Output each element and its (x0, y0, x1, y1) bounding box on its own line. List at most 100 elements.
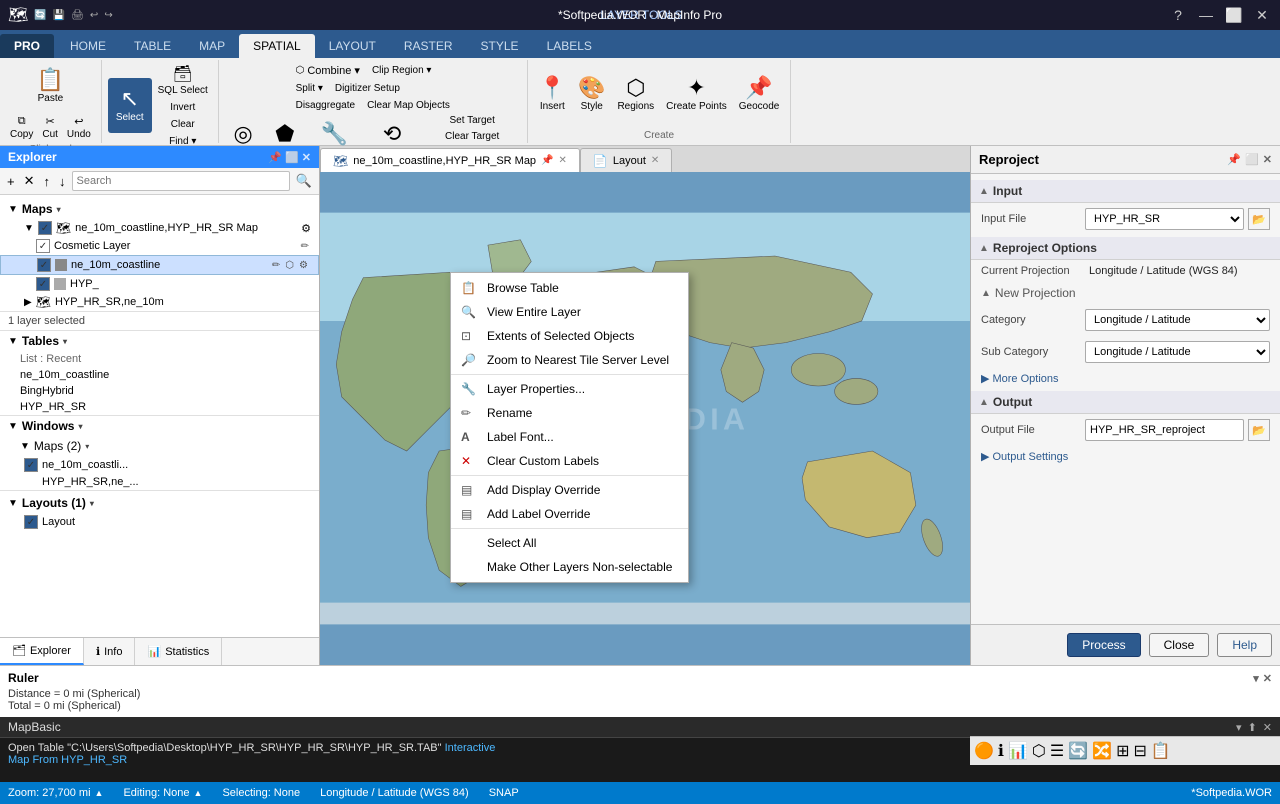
output-settings-btn[interactable]: ▶ Output Settings (971, 446, 1280, 467)
ruler-dropdown-btn[interactable]: ▾ (1253, 672, 1259, 685)
hyp-checkbox[interactable] (36, 277, 50, 291)
map-tab1-pin[interactable]: 📌 (541, 155, 553, 166)
map-tab-1[interactable]: 🗺 ne_10m_coastline,HYP_HR_SR Map 📌 ✕ (320, 148, 580, 172)
ctx-layer-props[interactable]: 🔧 Layer Properties... (451, 377, 688, 401)
taskbar-icon1[interactable]: 🟠 (974, 741, 994, 761)
map-tab-2[interactable]: 📄 Layout ✕ (580, 148, 672, 172)
ctx-rename[interactable]: ✏ Rename (451, 401, 688, 425)
cosmetic-edit-btn[interactable]: ✏ (299, 240, 311, 253)
mapbasic-dropdown-btn[interactable]: ▾ (1236, 721, 1242, 734)
tab-layout[interactable]: LAYOUT (315, 34, 390, 58)
ctx-select-all[interactable]: Select All (451, 531, 688, 555)
taskbar-icon6[interactable]: 🔄 (1068, 741, 1088, 761)
taskbar-icon4[interactable]: ⬡ (1032, 741, 1046, 761)
table-bing[interactable]: BingHybrid (0, 383, 319, 399)
tab-labels[interactable]: LABELS (533, 34, 606, 58)
output-file-browse-btn[interactable]: 📂 (1248, 419, 1270, 441)
minimize-btn[interactable]: — (1196, 5, 1216, 25)
new-proj-header[interactable]: ▲ New Projection (971, 282, 1280, 304)
input-file-browse-btn[interactable]: 📂 (1248, 208, 1270, 230)
taskbar-icon8[interactable]: ⊞ (1116, 741, 1129, 761)
windows-dropdown[interactable]: ▾ (78, 422, 82, 431)
map-item-1[interactable]: ▼ 🗺 ne_10m_coastline,HYP_HR_SR Map ⚙ (0, 219, 319, 237)
ne-edit-btn[interactable]: ✏ (270, 259, 282, 272)
reproject-pin-btn[interactable]: 📌 (1227, 153, 1241, 166)
insert-button[interactable]: 📍 Insert (534, 68, 571, 123)
windows-map-2[interactable]: HYP_HR_SR,ne_... (0, 474, 319, 490)
geocode-button[interactable]: 📌 Geocode (734, 68, 785, 123)
ctx-make-nonselect[interactable]: Make Other Layers Non-selectable (451, 555, 688, 579)
combine-button[interactable]: ⬡ Combine ▾ (292, 62, 364, 79)
status-zoom[interactable]: Zoom: 27,700 mi ▲ (8, 787, 103, 799)
status-editing[interactable]: Editing: None ▲ (123, 787, 202, 799)
explorer-down-btn[interactable]: ↓ (56, 172, 69, 191)
ctx-add-display[interactable]: ▤ Add Display Override (451, 478, 688, 502)
table-hyp[interactable]: HYP_HR_SR (0, 399, 319, 415)
tb-icon-2[interactable]: 💾 (51, 9, 67, 22)
explorer-up-btn[interactable]: ↑ (41, 172, 54, 191)
maximize-btn[interactable]: ⬜ (1224, 5, 1244, 25)
reproject-close-btn[interactable]: ✕ (1263, 153, 1272, 166)
copy-button[interactable]: ⧉ Copy (6, 113, 37, 142)
style-button[interactable]: 🎨 Style (573, 68, 610, 123)
tab-pro[interactable]: PRO (0, 34, 54, 58)
output-file-input[interactable] (1085, 419, 1244, 441)
explorer-pin-btn[interactable]: 📌 (268, 151, 282, 164)
tab-table[interactable]: TABLE (120, 34, 185, 58)
map-tab2-close[interactable]: ✕ (651, 155, 659, 166)
paste-button[interactable]: 📋 Paste (6, 62, 95, 112)
mapbasic-popout-btn[interactable]: ⬆ (1248, 721, 1257, 734)
regions-button[interactable]: ⬡ Regions (612, 68, 659, 123)
taskbar-icon9[interactable]: ⊟ (1133, 741, 1146, 761)
maps-dropdown-icon[interactable]: ▾ (57, 205, 61, 214)
ctx-browse-table[interactable]: 📋 Browse Table (451, 276, 688, 300)
layouts-section-header[interactable]: ▼ Layouts (1) ▾ (0, 493, 319, 513)
map-checkbox-1[interactable] (38, 221, 52, 235)
create-points-button[interactable]: ✦ Create Points (661, 68, 732, 123)
reproject-options-header[interactable]: ▲ Reproject Options (971, 237, 1280, 260)
windows-map-1[interactable]: ne_10m_coastli... (0, 456, 319, 474)
explorer-expand-btn[interactable]: ⬜ (285, 151, 299, 164)
windows-maps-header[interactable]: ▼ Maps (2) ▾ (0, 436, 319, 456)
ctx-add-label[interactable]: ▤ Add Label Override (451, 502, 688, 526)
explorer-close-btn[interactable]: ✕ (302, 151, 311, 164)
ctx-extents[interactable]: ⊡ Extents of Selected Objects (451, 324, 688, 348)
ruler-pin-btn[interactable]: ✕ (1263, 672, 1272, 685)
map-tab1-close[interactable]: ✕ (559, 155, 567, 166)
taskbar-icon5[interactable]: ☰ (1050, 741, 1064, 761)
map-action-btn-1[interactable]: ⚙ (301, 222, 311, 235)
close-reproject-button[interactable]: Close (1149, 633, 1210, 657)
ne-coastline-item[interactable]: ne_10m_coastline ✏ ⬡ ⚙ (0, 255, 319, 275)
layouts-dropdown[interactable]: ▾ (90, 499, 94, 508)
layout-item-1[interactable]: Layout (0, 513, 319, 531)
map-container[interactable]: SOFTPEDIA 📋 Browse Table 🔍 View Entire L… (320, 172, 970, 665)
status-snap[interactable]: SNAP (489, 787, 519, 799)
tab-raster[interactable]: RASTER (390, 34, 467, 58)
ctx-label-font[interactable]: A Label Font... (451, 425, 688, 449)
tb-icon-3[interactable]: 🖨 (69, 9, 86, 22)
ne-btn2[interactable]: ⬡ (283, 259, 296, 272)
close-btn[interactable]: ✕ (1252, 5, 1272, 25)
subcategory-select[interactable]: Longitude / Latitude (1085, 341, 1270, 363)
input-file-select[interactable]: HYP_HR_SR (1085, 208, 1244, 230)
clear-button[interactable]: Clear (154, 117, 212, 132)
undo-button[interactable]: ↩ Undo (63, 113, 95, 142)
explorer-remove-btn[interactable]: ✕ (21, 171, 38, 191)
tab-info[interactable]: ℹ Info (84, 638, 136, 665)
sql-select-button[interactable]: 🗃 SQL Select (154, 62, 212, 98)
select-button[interactable]: ↖ Select (108, 78, 152, 133)
layout1-checkbox[interactable] (24, 515, 38, 529)
search-icon[interactable]: 🔍 (293, 171, 315, 191)
hyp-layer-item[interactable]: HYP_ (0, 275, 319, 293)
digitizer-setup-button[interactable]: Digitizer Setup (331, 81, 404, 96)
tab-style[interactable]: STYLE (467, 34, 533, 58)
process-button[interactable]: Process (1067, 633, 1140, 657)
taskbar-icon7[interactable]: 🔀 (1092, 741, 1112, 761)
maps-section-header[interactable]: ▼ Maps ▾ (0, 199, 319, 219)
ctx-clear-labels[interactable]: ✕ Clear Custom Labels (451, 449, 688, 473)
invert-button[interactable]: Invert (154, 100, 212, 115)
reproject-expand-btn[interactable]: ⬜ (1245, 153, 1259, 166)
ne-btn3[interactable]: ⚙ (297, 259, 310, 272)
tb-icon-1[interactable]: 🔄 (32, 9, 48, 22)
tab-home[interactable]: HOME (56, 34, 120, 58)
